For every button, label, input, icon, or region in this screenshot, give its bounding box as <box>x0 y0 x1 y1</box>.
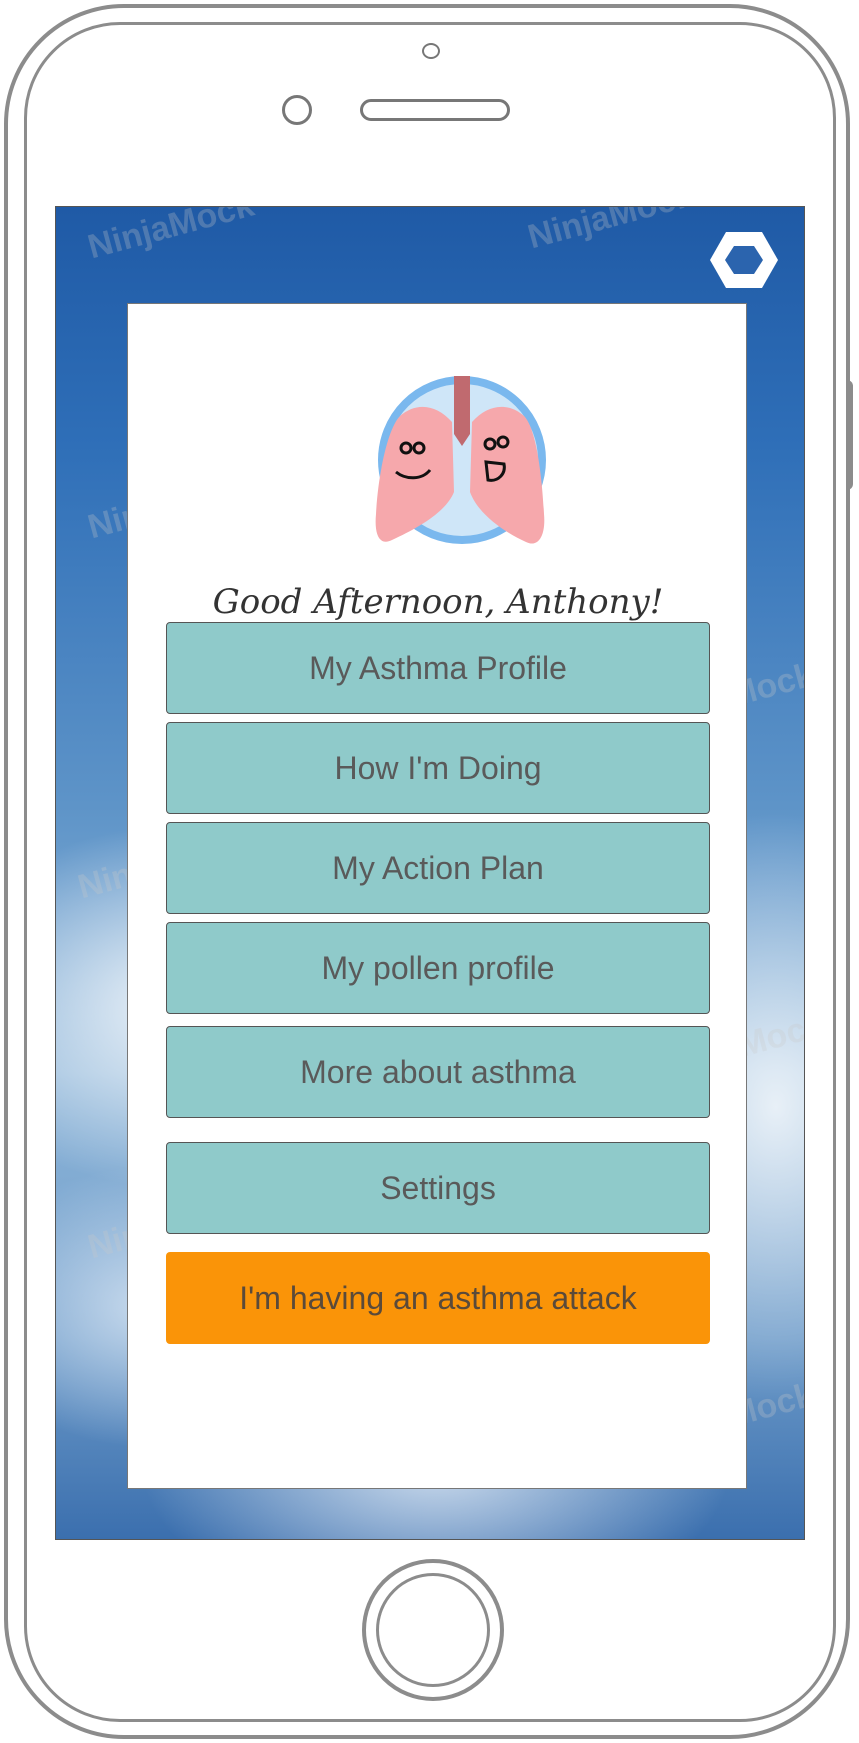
button-label: My Asthma Profile <box>309 649 567 686</box>
my-asthma-profile-button[interactable]: My Asthma Profile <box>166 622 710 714</box>
smiling-lungs-icon <box>375 376 546 544</box>
greeting-text: Good Afternoon, Anthony! <box>212 582 664 622</box>
my-pollen-profile-button[interactable]: My pollen profile <box>166 922 710 1014</box>
watermark: NinjaMock <box>523 206 698 257</box>
asthma-attack-button[interactable]: I'm having an asthma attack <box>166 1252 710 1344</box>
phone-side-button <box>847 380 853 490</box>
more-about-asthma-button[interactable]: More about asthma <box>166 1026 710 1118</box>
watermark: NinjaMock <box>83 206 258 267</box>
my-action-plan-button[interactable]: My Action Plan <box>166 822 710 914</box>
button-label: I'm having an asthma attack <box>239 1279 637 1316</box>
button-label: My Action Plan <box>332 849 544 886</box>
how-im-doing-button[interactable]: How I'm Doing <box>166 722 710 814</box>
button-label: How I'm Doing <box>334 749 542 786</box>
button-label: My pollen profile <box>321 949 555 986</box>
settings-button[interactable]: Settings <box>166 1142 710 1234</box>
front-camera <box>282 95 312 125</box>
hexagon-icon[interactable] <box>708 229 780 291</box>
app-screen: NinjaMock NinjaMock NinjaMock NinjaMock … <box>55 206 805 1540</box>
earpiece-speaker <box>360 99 510 121</box>
main-menu-card: Good Afternoon, Anthony! My Asthma Profi… <box>127 303 747 1489</box>
home-button[interactable] <box>362 1559 504 1701</box>
button-label: More about asthma <box>300 1053 576 1090</box>
button-label: Settings <box>380 1169 496 1206</box>
sensor-dot <box>422 43 440 59</box>
